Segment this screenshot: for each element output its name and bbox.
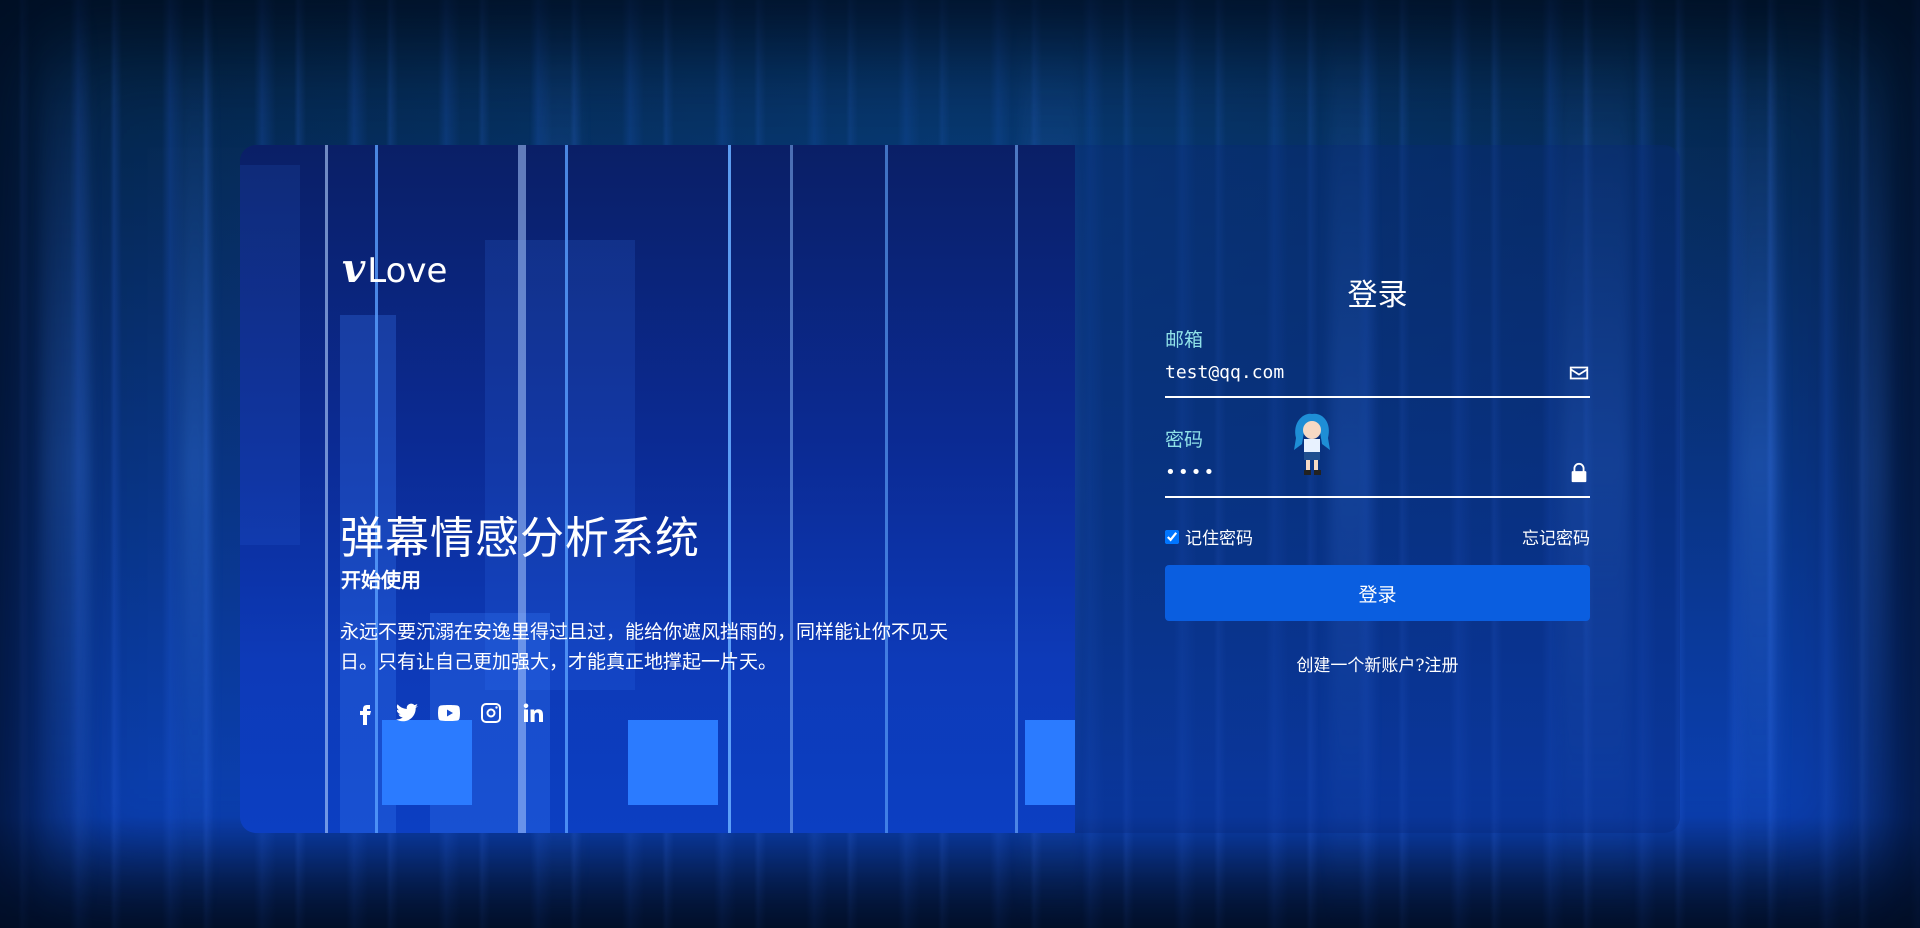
brand-logo-text: Love: [367, 251, 448, 291]
remember-me[interactable]: 记住密码: [1165, 524, 1253, 549]
social-links: [352, 700, 546, 726]
twitter-icon[interactable]: [394, 700, 420, 726]
email-field[interactable]: [1165, 352, 1545, 392]
login-button[interactable]: 登录: [1165, 565, 1590, 621]
remember-label: 记住密码: [1185, 529, 1253, 549]
facebook-icon[interactable]: [352, 700, 378, 726]
password-field[interactable]: [1165, 452, 1545, 492]
hero-light-line: [1015, 145, 1018, 833]
hero-light-line: [790, 145, 793, 833]
lock-icon: [1568, 462, 1590, 484]
instagram-icon[interactable]: [478, 700, 504, 726]
forgot-password-link[interactable]: 忘记密码: [1500, 524, 1590, 549]
login-title: 登录: [1347, 278, 1408, 313]
email-label: 邮箱: [1165, 329, 1204, 351]
hero-light-block: [240, 165, 300, 545]
brand-logo-mark: v: [342, 245, 366, 292]
hero-light-block: [382, 720, 472, 805]
hero-light-line: [885, 145, 888, 833]
hero-light-block: [628, 720, 718, 805]
hero-subtitle: 开始使用: [341, 568, 421, 592]
remember-checkbox[interactable]: [1165, 529, 1179, 544]
linkedin-icon[interactable]: [520, 700, 546, 726]
brand-logo: v Love: [342, 245, 447, 292]
youtube-icon[interactable]: [436, 700, 462, 726]
password-field-wrapper: [1165, 452, 1590, 498]
hero-title: 弹幕情感分析系统: [340, 513, 700, 564]
hero-light-block: [1025, 720, 1075, 805]
hero-light-line: [565, 145, 568, 833]
hero-light-line: [728, 145, 731, 833]
hero-light-line: [518, 145, 526, 833]
hero-light-line: [325, 145, 328, 833]
password-label: 密码: [1165, 429, 1204, 451]
envelope-icon: [1568, 362, 1590, 384]
email-field-wrapper: [1165, 352, 1590, 398]
hero-quote: 永远不要沉溺在安逸里得过且过，能给你遮风挡雨的，同样能让你不见天日。只有让自己更…: [340, 621, 949, 673]
register-link[interactable]: 创建一个新账户?注册: [1165, 651, 1590, 676]
mascot-sprite: [1290, 410, 1334, 480]
